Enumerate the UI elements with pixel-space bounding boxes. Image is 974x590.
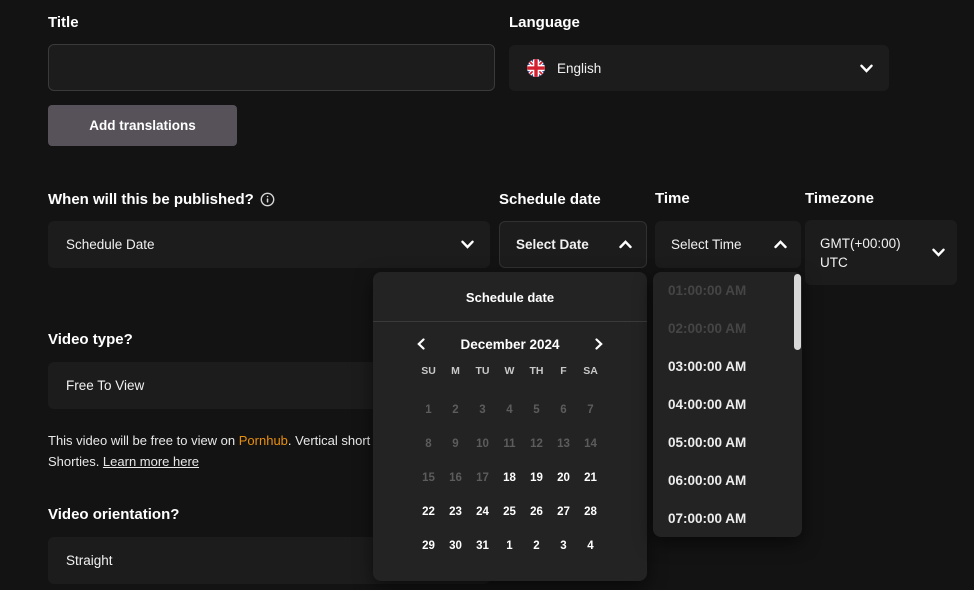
timezone-value-line2: UTC — [820, 253, 901, 272]
calendar-day: 1 — [415, 393, 442, 427]
chevron-down-icon — [932, 248, 945, 257]
calendar-popup: Schedule date December 2024 SUMTUWTHFSA … — [373, 272, 647, 581]
calendar-day[interactable]: 31 — [469, 529, 496, 563]
info-icon[interactable] — [260, 192, 275, 207]
schedule-date-label: Schedule date — [499, 191, 601, 208]
time-option-list: 01:00:00 AM02:00:00 AM03:00:00 AM04:00:0… — [653, 272, 802, 537]
calendar-day[interactable]: 19 — [523, 461, 550, 495]
time-select[interactable]: Select Time — [655, 221, 801, 268]
calendar-day-grid: 1234567891011121314151617181920212223242… — [415, 393, 605, 563]
calendar-day[interactable]: 25 — [496, 495, 523, 529]
time-option[interactable]: 03:00:00 AM — [653, 348, 802, 386]
time-dropdown-popup: 01:00:00 AM02:00:00 AM03:00:00 AM04:00:0… — [653, 272, 802, 537]
calendar-day[interactable]: 18 — [496, 461, 523, 495]
schedule-date-select[interactable]: Select Date — [499, 221, 647, 268]
description-text-3: Shorties. — [48, 454, 103, 469]
calendar-day: 6 — [550, 393, 577, 427]
language-select[interactable]: English — [509, 45, 889, 91]
calendar-weekday: F — [550, 365, 577, 383]
time-option: 02:00:00 AM — [653, 310, 802, 348]
chevron-up-icon — [774, 240, 787, 249]
calendar-day[interactable]: 4 — [577, 529, 604, 563]
calendar-day: 17 — [469, 461, 496, 495]
chevron-down-icon — [860, 64, 873, 73]
calendar-day: 9 — [442, 427, 469, 461]
video-type-label: Video type? — [48, 331, 133, 348]
time-option: 01:00:00 AM — [653, 272, 802, 310]
publish-when-select[interactable]: Schedule Date — [48, 221, 490, 268]
uk-flag-icon — [527, 59, 545, 77]
calendar-day: 13 — [550, 427, 577, 461]
chevron-up-icon — [619, 240, 632, 249]
time-option[interactable]: 05:00:00 AM — [653, 424, 802, 462]
chevron-down-icon — [461, 240, 474, 249]
calendar-day: 15 — [415, 461, 442, 495]
calendar-day[interactable]: 29 — [415, 529, 442, 563]
publish-label-row: When will this be published? — [48, 191, 275, 208]
video-orientation-label: Video orientation? — [48, 506, 179, 523]
calendar-prev-month-button[interactable] — [413, 334, 429, 354]
calendar-day: 5 — [523, 393, 550, 427]
calendar-day: 2 — [442, 393, 469, 427]
chevron-left-icon — [417, 338, 425, 350]
calendar-day: 3 — [469, 393, 496, 427]
calendar-day[interactable]: 26 — [523, 495, 550, 529]
timezone-value-line1: GMT(+00:00) — [820, 234, 901, 253]
calendar-day[interactable]: 24 — [469, 495, 496, 529]
video-orientation-value: Straight — [66, 553, 113, 568]
calendar-weekday: SU — [415, 365, 442, 383]
calendar-day: 8 — [415, 427, 442, 461]
timezone-label: Timezone — [805, 190, 874, 207]
calendar-day: 11 — [496, 427, 523, 461]
chevron-right-icon — [595, 338, 603, 350]
calendar-weekday: SA — [577, 365, 604, 383]
time-option[interactable]: 04:00:00 AM — [653, 386, 802, 424]
calendar-month-label: December 2024 — [460, 337, 559, 352]
calendar-day: 4 — [496, 393, 523, 427]
time-option[interactable]: 06:00:00 AM — [653, 462, 802, 500]
calendar-weekday: M — [442, 365, 469, 383]
description-text-1: This video will be free to view on — [48, 433, 239, 448]
calendar-day: 10 — [469, 427, 496, 461]
description-text-2: . Vertical short c — [288, 433, 380, 448]
video-type-value: Free To View — [66, 378, 144, 393]
calendar-day[interactable]: 30 — [442, 529, 469, 563]
calendar-weekday: W — [496, 365, 523, 383]
time-option[interactable]: 07:00:00 AM — [653, 500, 802, 537]
calendar-day[interactable]: 2 — [523, 529, 550, 563]
calendar-day[interactable]: 27 — [550, 495, 577, 529]
calendar-day[interactable]: 23 — [442, 495, 469, 529]
time-label: Time — [655, 190, 690, 207]
title-label: Title — [48, 14, 79, 31]
calendar-day: 12 — [523, 427, 550, 461]
calendar-weekday: TH — [523, 365, 550, 383]
calendar-day: 16 — [442, 461, 469, 495]
calendar-day[interactable]: 28 — [577, 495, 604, 529]
timezone-select[interactable]: GMT(+00:00) UTC — [805, 220, 957, 285]
calendar-day: 14 — [577, 427, 604, 461]
calendar-day[interactable]: 22 — [415, 495, 442, 529]
calendar-day[interactable]: 1 — [496, 529, 523, 563]
calendar-day[interactable]: 3 — [550, 529, 577, 563]
brand-link[interactable]: Pornhub — [239, 433, 288, 448]
language-label: Language — [509, 14, 580, 31]
calendar-weekday-row: SUMTUWTHFSA — [415, 365, 605, 383]
calendar-day[interactable]: 20 — [550, 461, 577, 495]
title-input[interactable] — [48, 44, 495, 91]
divider — [373, 321, 647, 322]
add-translations-button[interactable]: Add translations — [48, 105, 237, 146]
calendar-day: 7 — [577, 393, 604, 427]
publish-label: When will this be published? — [48, 191, 254, 208]
learn-more-link[interactable]: Learn more here — [103, 454, 199, 469]
calendar-next-month-button[interactable] — [591, 334, 607, 354]
language-selected-value: English — [557, 61, 601, 76]
calendar-weekday: TU — [469, 365, 496, 383]
scrollbar-thumb[interactable] — [794, 274, 801, 350]
time-value: Select Time — [671, 237, 742, 252]
calendar-title: Schedule date — [373, 272, 647, 305]
calendar-day[interactable]: 21 — [577, 461, 604, 495]
publish-when-value: Schedule Date — [66, 237, 155, 252]
schedule-date-value: Select Date — [516, 237, 589, 252]
